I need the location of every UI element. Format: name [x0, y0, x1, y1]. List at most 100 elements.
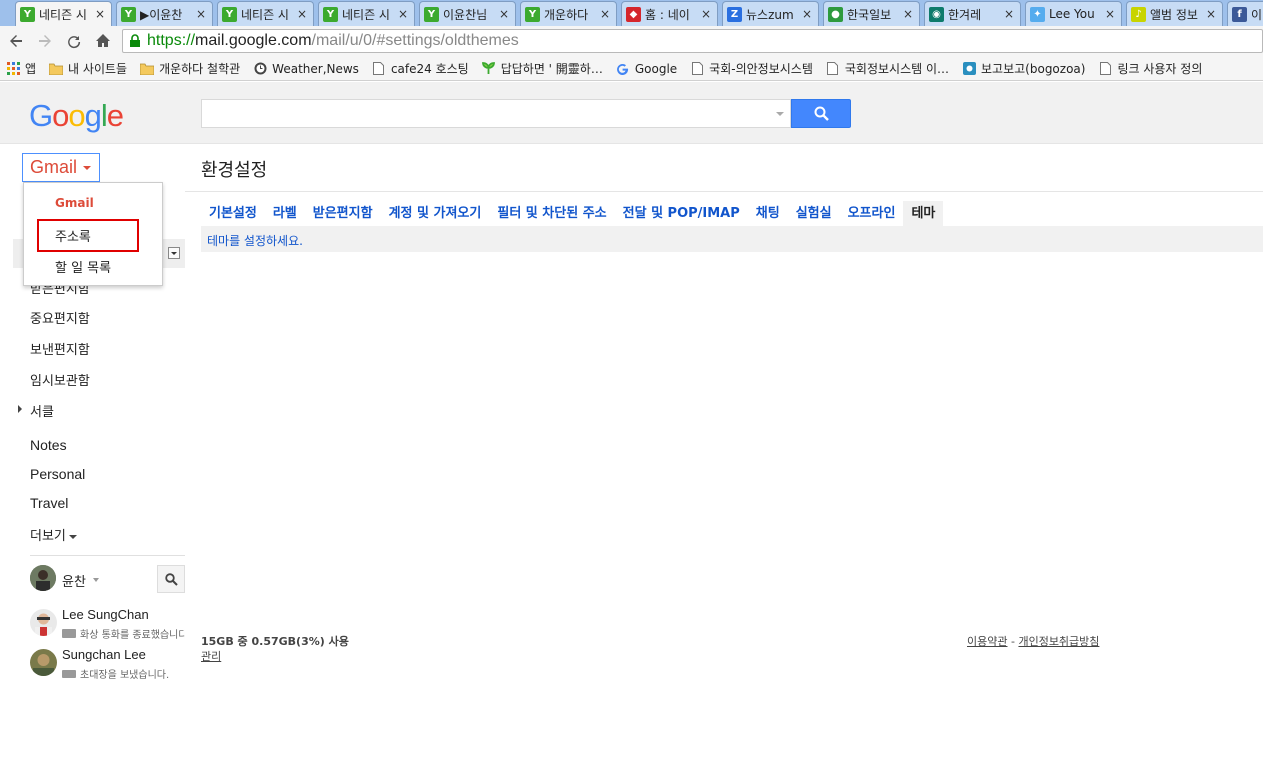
browser-tab[interactable]: Z 뉴스zum ×	[722, 1, 819, 26]
contact-name[interactable]: Lee SungChan	[62, 607, 149, 622]
close-icon[interactable]: ×	[1206, 7, 1216, 21]
menu-item-tasks[interactable]: 할 일 목록	[55, 257, 111, 276]
close-icon[interactable]: ×	[499, 7, 509, 21]
menu-item-contacts[interactable]: 주소록	[55, 226, 91, 245]
label-notes[interactable]: Notes	[30, 437, 67, 453]
tab-settings[interactable]: 기본설정	[201, 201, 265, 226]
mail-search-input[interactable]	[201, 99, 791, 128]
browser-tab[interactable]: Y 네티즌 시 ×	[217, 1, 314, 26]
browser-tab[interactable]: Y 네티즌 시 ×	[318, 1, 415, 26]
nav-drafts[interactable]: 임시보관함	[30, 370, 90, 389]
contact-avatar[interactable]	[30, 649, 57, 676]
tab-settings[interactable]: 필터 및 차단된 주소	[489, 201, 614, 226]
browser-tab[interactable]: ♪ 앨범 정보 ×	[1126, 1, 1223, 26]
nav-important[interactable]: 중요편지함	[30, 308, 90, 327]
bookmark-item[interactable]: 보고보고(bogozoa)	[962, 60, 1085, 77]
logo-letter: o	[68, 98, 85, 133]
browser-tab[interactable]: ◆ 홈 : 네이 ×	[621, 1, 718, 26]
browser-tab[interactable]: Y 네티즌 시 ×	[15, 1, 112, 26]
privacy-link[interactable]: 개인정보취급방침	[1018, 635, 1099, 648]
tab-settings[interactable]: 테마	[903, 201, 944, 226]
sprout-icon	[482, 62, 496, 76]
contact-name[interactable]: Sungchan Lee	[62, 647, 146, 662]
browser-tab-title: 뉴스zum	[746, 7, 794, 22]
dropdown-toggle-icon[interactable]	[168, 247, 180, 259]
bookmark-item[interactable]: cafe24 호스팅	[372, 60, 469, 77]
close-icon[interactable]: ×	[196, 7, 206, 21]
bookmark-item[interactable]: 국회정보시스템 이…	[826, 60, 949, 77]
tab-settings[interactable]: 오프라인	[840, 201, 904, 226]
terms-link[interactable]: 이용약관	[967, 635, 1007, 648]
tab-settings[interactable]: 실험실	[788, 201, 840, 226]
browser-tab-title: 네티즌 시	[241, 7, 289, 22]
close-icon[interactable]: ×	[600, 7, 610, 21]
close-icon[interactable]: ×	[398, 7, 408, 21]
search-icon	[164, 572, 178, 586]
bookmark-item[interactable]: 내 사이트들	[49, 60, 127, 77]
bookmark-item[interactable]: 답답하면 ' 開靈하…	[482, 60, 603, 77]
tab-settings[interactable]: 받은편지함	[305, 201, 381, 226]
bookmarks-bar: 앱 내 사이트들 개운하다 철학관 Weather,News cafe24 호스팅 답답하…	[0, 57, 1263, 81]
browser-tab[interactable]: Y ▶이윤찬 ×	[116, 1, 213, 26]
browser-tab[interactable]: ✦ Lee You ×	[1025, 1, 1122, 26]
search-options-icon[interactable]	[776, 112, 784, 116]
hangouts-user-name[interactable]: 윤찬	[62, 571, 86, 590]
contact-status: 초대장을 보냈습니다.	[62, 666, 185, 681]
browser-tab-title: 이	[1251, 7, 1263, 22]
nav-more-label: 더보기	[30, 529, 66, 544]
nav-circles-label: 서클	[30, 405, 54, 420]
gmail-switcher-button[interactable]: Gmail	[22, 153, 100, 182]
bookmark-item[interactable]: 앱	[6, 60, 36, 77]
search-button[interactable]	[791, 99, 851, 128]
browser-tab[interactable]: ◉ 한겨레 ×	[924, 1, 1021, 26]
bookmark-label: 국회정보시스템 이…	[844, 62, 950, 76]
label-personal-text: Personal	[30, 466, 86, 482]
tab-settings[interactable]: 전달 및 POP/IMAP	[615, 201, 748, 226]
browser-tab[interactable]: Y 이윤찬님 ×	[419, 1, 516, 26]
manage-storage-link[interactable]: 관리	[201, 648, 221, 664]
label-personal[interactable]: Personal	[30, 466, 85, 482]
contact-avatar[interactable]	[30, 609, 57, 636]
home-icon[interactable]	[89, 27, 117, 55]
nav-sent[interactable]: 보낸편지함	[30, 339, 90, 358]
nav-circles[interactable]: 서클	[30, 401, 54, 420]
avatar[interactable]	[30, 565, 56, 591]
theme-message[interactable]: 테마를 설정하세요.	[207, 232, 303, 249]
sprout-icon: Y	[222, 6, 237, 22]
close-icon[interactable]: ×	[1004, 7, 1014, 21]
expand-circles-icon[interactable]	[18, 405, 22, 413]
browser-tab[interactable]: ● 한국일보 ×	[823, 1, 920, 26]
nav-more[interactable]: 더보기	[30, 525, 77, 544]
tab-settings[interactable]: 라벨	[265, 201, 305, 226]
bookmark-item[interactable]: 국회-의안정보시스템	[690, 60, 813, 77]
forward-icon[interactable]	[31, 27, 59, 55]
browser-tab[interactable]: Y 개운하다 ×	[520, 1, 617, 26]
page-icon	[1098, 62, 1112, 76]
nav-sent-label: 보낸편지함	[30, 343, 90, 358]
label-notes-text: Notes	[30, 437, 67, 453]
close-icon[interactable]: ×	[1105, 7, 1115, 21]
close-icon[interactable]: ×	[95, 7, 105, 21]
menu-item-gmail[interactable]: Gmail	[55, 196, 94, 210]
tab-settings[interactable]: 계정 및 가져오기	[381, 201, 490, 226]
tab-settings[interactable]: 채팅	[748, 201, 788, 226]
close-icon[interactable]: ×	[297, 7, 307, 21]
address-bar[interactable]: https://mail.google.com/mail/u/0/#settin…	[122, 29, 1263, 53]
google-logo[interactable]: Google	[29, 98, 124, 134]
sprout-icon: Y	[323, 6, 338, 22]
close-icon[interactable]: ×	[903, 7, 913, 21]
hankyoreh-icon: ◉	[929, 6, 944, 22]
bookmark-item[interactable]: 개운하다 철학관	[140, 60, 240, 77]
close-icon[interactable]: ×	[701, 7, 711, 21]
browser-tab[interactable]: f이	[1227, 1, 1263, 26]
bookmark-item[interactable]: 링크 사용자 정의	[1098, 60, 1202, 77]
storage-usage: 15GB 중 0.57GB(3%) 사용	[201, 635, 349, 648]
bookmark-item[interactable]: Google	[616, 62, 677, 76]
label-travel[interactable]: Travel	[30, 495, 68, 511]
back-icon[interactable]	[2, 27, 30, 55]
reload-icon[interactable]	[60, 27, 88, 55]
hangouts-search-button[interactable]	[157, 565, 185, 593]
bookmark-item[interactable]: Weather,News	[253, 62, 359, 76]
close-icon[interactable]: ×	[802, 7, 812, 21]
chevron-down-icon[interactable]	[93, 578, 99, 582]
